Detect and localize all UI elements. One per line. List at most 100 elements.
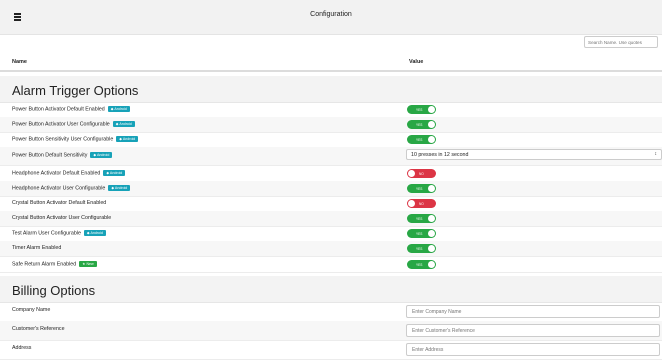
toggle-switch[interactable]: YES (407, 184, 436, 193)
top-bar: Configuration (0, 0, 662, 35)
config-row-label-text: Headphone Activator User Configurable (12, 185, 106, 192)
config-row-label-text: Safe Return Alarm Enabled (12, 261, 77, 268)
toggle-label: YES (416, 107, 423, 112)
badge-label: Android (114, 186, 128, 190)
billing-row-label: Address (12, 345, 32, 351)
config-row-label: Safe Return Alarm Enabled ★ New (12, 261, 97, 267)
android-badge: ◆ Android (116, 136, 139, 142)
billing-row-company-name: Company Name (0, 302, 662, 322)
config-row-label: Crystal Button Activator User Configurab… (12, 215, 111, 221)
badge-label: Android (122, 137, 136, 141)
section-alarm-trigger-options: Alarm Trigger Options (0, 76, 662, 103)
toggle-knob (428, 136, 435, 143)
config-row-label-text: Power Button Activator User Configurable (12, 121, 110, 128)
config-row-label: Power Button Sensitivity User Configurab… (12, 136, 139, 143)
new-badge: ★ New (79, 261, 97, 267)
toggle-switch[interactable]: YES (407, 229, 436, 238)
config-row-power-button-activator-user-configurable: Power Button Activator User Configurable… (0, 117, 662, 133)
toggle-knob (408, 170, 415, 177)
config-row-label: Timer Alarm Enabled (12, 245, 61, 251)
config-row-label: Headphone Activator Default Enabled ◆ And… (12, 170, 126, 177)
android-badge: ◆ Android (108, 185, 131, 191)
toggle-knob (428, 215, 435, 222)
sensitivity-select[interactable]: 10 presses in 12 second ↕ (406, 149, 662, 160)
toggle-switch[interactable]: YES (407, 120, 436, 129)
toggle-knob (428, 245, 435, 252)
billing-row-address: Address (0, 340, 662, 360)
select-value: 10 presses in 12 second (411, 152, 469, 158)
config-row-label-text: Power Button Sensitivity User Configurab… (12, 136, 114, 143)
toggle-switch[interactable]: NO (407, 169, 436, 178)
toggle-knob (428, 185, 435, 192)
toggle-switch[interactable]: YES (407, 135, 436, 144)
android-badge: ◆ Android (90, 152, 113, 158)
page-title: Configuration (310, 11, 352, 18)
toggle-switch[interactable]: YES (407, 244, 436, 253)
toggle-label: NO (419, 171, 424, 176)
badge-label: Android (114, 107, 127, 111)
toggle-label: YES (416, 186, 423, 191)
config-row-crystal-button-activator-user-configurable: Crystal Button Activator User Configurab… (0, 211, 662, 227)
badge-label: New (86, 262, 94, 266)
toggle-switch[interactable]: YES (407, 260, 436, 269)
customer-s-reference-input[interactable] (406, 324, 660, 337)
config-row-label-text: Test Alarm User Configurable (12, 230, 81, 237)
config-row-label-text: Power Button Activator Default Enabled (12, 106, 105, 113)
search-input[interactable] (584, 36, 658, 48)
billing-row-label: Customer's Reference (12, 326, 65, 332)
android-badge: ◆ Android (107, 106, 130, 112)
toggle-switch[interactable]: YES (407, 105, 436, 114)
billing-row-label: Company Name (12, 307, 51, 313)
config-row-safe-return-alarm-enabled: Safe Return Alarm Enabled ★ New YES (0, 257, 662, 273)
android-badge: ◆ Android (112, 121, 135, 127)
section-title: Alarm Trigger Options (12, 83, 139, 98)
toggle-label: YES (416, 246, 423, 251)
config-row-test-alarm-user-configurable: Test Alarm User Configurable ◆ Android YES (0, 226, 662, 242)
column-header-value: Value (409, 59, 424, 65)
config-row-label: Power Button Activator User Configurable… (12, 121, 135, 127)
toggle-knob (428, 230, 435, 237)
toggle-label: YES (416, 137, 423, 142)
section-billing-options: Billing Options (0, 276, 662, 303)
config-row-headphone-activator-default-enabled: Headphone Activator Default Enabled ◆ And… (0, 166, 662, 182)
config-row-label-text: Crystal Button Activator User Configurab… (12, 215, 112, 221)
config-row-label: Test Alarm User Configurable ◆ Android (12, 230, 106, 236)
config-row-label: Power Button Default Sensitivity ◆ Androi… (12, 152, 113, 159)
config-row-timer-alarm-enabled: Timer Alarm Enabled YES (0, 241, 662, 257)
badge-label: Android (96, 153, 110, 157)
address-input[interactable] (406, 343, 660, 356)
select-arrows-icon: ↕ (654, 151, 658, 157)
toggle-label: YES (416, 262, 423, 267)
toggle-knob (408, 200, 415, 207)
config-row-power-button-activator-default-enabled: Power Button Activator Default Enabled ◆ … (0, 102, 662, 118)
badge-label: Android (119, 122, 132, 126)
badge-label: Android (90, 231, 103, 235)
toggle-knob (428, 121, 435, 128)
android-badge: ◆ Android (83, 230, 106, 236)
config-row-label-text: Power Button Default Sensitivity (12, 152, 88, 159)
toggle-label: NO (419, 201, 424, 206)
toggle-knob (428, 261, 435, 268)
section-title: Billing Options (12, 283, 96, 298)
config-row-label-text: Headphone Activator Default Enabled (12, 170, 101, 177)
config-row-headphone-activator-user-configurable: Headphone Activator User Configurable ◆ A… (0, 181, 662, 197)
config-row-label: Crystal Button Activator Default Enabled (12, 200, 106, 206)
toggle-switch[interactable]: NO (407, 199, 436, 208)
badge-label: Android (109, 171, 123, 175)
config-row-power-button-default-sensitivity: Power Button Default Sensitivity ◆ Androi… (0, 147, 662, 166)
config-row-label-text: Crystal Button Activator Default Enabled (12, 200, 107, 206)
toggle-switch[interactable]: YES (407, 214, 436, 223)
column-headers: Name Value (0, 54, 662, 72)
toggle-knob (428, 106, 435, 113)
toggle-label: YES (416, 122, 423, 127)
android-badge: ◆ Android (103, 170, 126, 176)
company-name-input[interactable] (406, 305, 660, 318)
column-header-name: Name (12, 59, 27, 65)
toggle-label: YES (416, 216, 423, 221)
config-row-label-text: Timer Alarm Enabled (12, 245, 62, 251)
config-row-label: Power Button Activator Default Enabled ◆ … (12, 106, 130, 112)
toggle-label: YES (416, 231, 423, 236)
config-row-crystal-button-activator-default-enabled: Crystal Button Activator Default Enabled… (0, 196, 662, 212)
config-row-label: Headphone Activator User Configurable ◆ A… (12, 185, 131, 192)
billing-row-customer-s-reference: Customer's Reference (0, 321, 662, 341)
